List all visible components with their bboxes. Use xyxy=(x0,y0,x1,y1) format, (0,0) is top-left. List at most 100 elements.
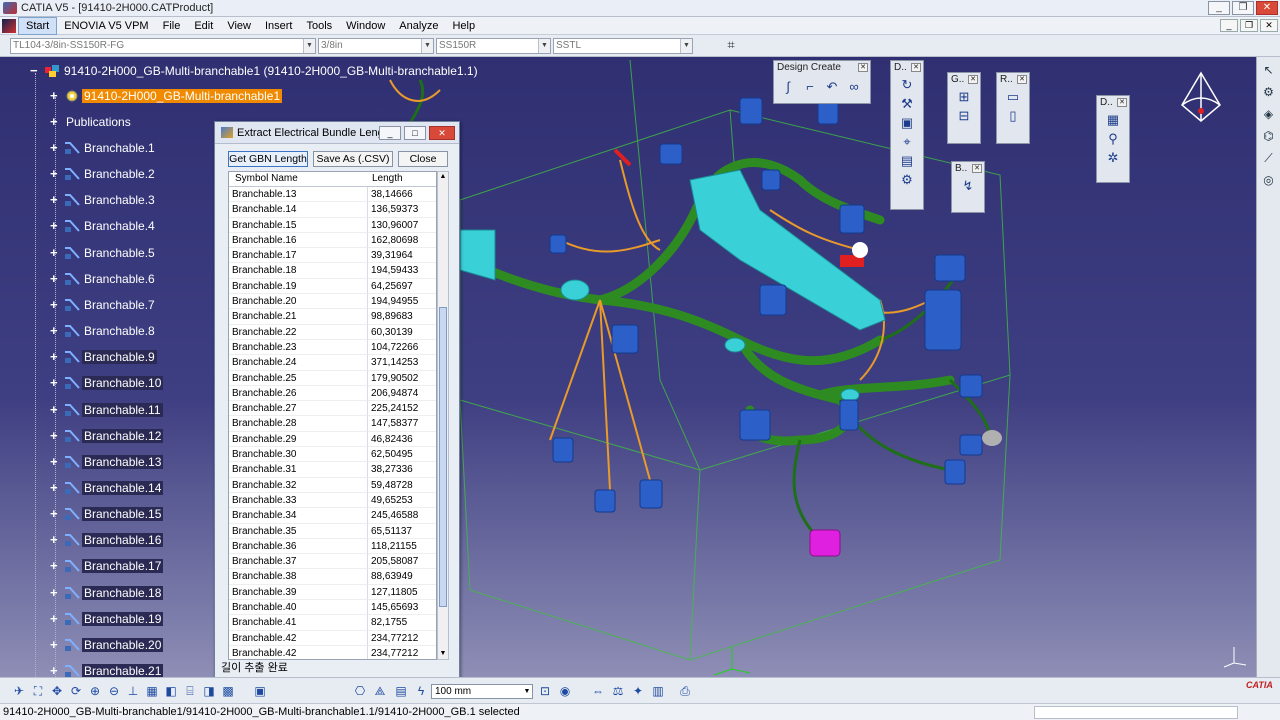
cylinder-icon[interactable]: ⌸ xyxy=(182,684,198,699)
table-row[interactable]: Branchable.15 130,96007 xyxy=(229,217,436,233)
connector-icon[interactable]: ⊞ xyxy=(954,88,974,106)
3d-viewport[interactable]: − 91410-2H000_GB-Multi-branchable1 (9141… xyxy=(0,57,1256,677)
chevron-down-icon[interactable]: ▼ xyxy=(680,39,692,53)
loop-icon[interactable]: ∞ xyxy=(844,78,864,96)
tree-item-label[interactable]: Branchable.14 xyxy=(82,480,164,495)
inertia-icon[interactable]: ⚖ xyxy=(610,684,626,699)
expand-icon[interactable]: + xyxy=(50,455,60,468)
expand-icon[interactable]: + xyxy=(50,324,60,337)
product-tool-icon[interactable]: ⊡ xyxy=(537,684,553,699)
close-button[interactable]: ✕ xyxy=(1256,1,1278,15)
tree-item-branchable[interactable]: + Branchable.4 xyxy=(50,217,157,235)
expand-icon[interactable]: + xyxy=(50,115,60,128)
chevron-down-icon[interactable]: ▼ xyxy=(538,39,550,53)
harness-model[interactable] xyxy=(0,57,1256,677)
scroll-up-icon[interactable]: ▲ xyxy=(438,172,448,182)
bundle-combo[interactable]: TL104-3/8in-SS150R-FG ▼ xyxy=(10,38,316,54)
cell-length[interactable]: 194,59433 xyxy=(368,263,436,279)
tree-item-branchable[interactable]: + Branchable.5 xyxy=(50,244,157,262)
cell-symbol-name[interactable]: Branchable.20 xyxy=(229,294,368,310)
table-row[interactable]: Branchable.25 179,90502 xyxy=(229,370,436,386)
tag-icon[interactable]: ⟁ xyxy=(372,684,388,699)
expand-icon[interactable]: + xyxy=(50,272,60,285)
tree-item-branchable[interactable]: + Branchable.9 xyxy=(50,348,157,366)
cell-length[interactable]: 49,65253 xyxy=(368,493,436,509)
measure-icon[interactable]: ⟋ xyxy=(1260,149,1278,167)
expand-icon[interactable]: + xyxy=(50,638,60,651)
expand-icon[interactable]: + xyxy=(50,403,60,416)
table-row[interactable]: Branchable.34 245,46588 xyxy=(229,508,436,524)
cell-length[interactable]: 206,94874 xyxy=(368,386,436,402)
sketch-icon[interactable]: ⌖ xyxy=(897,133,917,151)
tree-item-label[interactable]: Branchable.9 xyxy=(82,350,157,365)
sphere-icon[interactable]: ◉ xyxy=(557,684,573,699)
cell-length[interactable]: 62,50495 xyxy=(368,447,436,463)
section-icon[interactable]: ▥ xyxy=(650,684,666,699)
table-row[interactable]: Branchable.40 145,65693 xyxy=(229,600,436,616)
cell-symbol-name[interactable]: Branchable.42 xyxy=(229,630,368,646)
get-gbn-length-button[interactable]: Get GBN Length xyxy=(228,151,308,167)
table-row[interactable]: Branchable.33 49,65253 xyxy=(229,492,436,509)
lightning-icon[interactable]: ϟ xyxy=(413,684,429,699)
cell-length[interactable]: 98,89683 xyxy=(368,309,436,325)
cell-symbol-name[interactable]: Branchable.22 xyxy=(229,324,368,340)
start-logo-icon[interactable] xyxy=(2,18,16,33)
tree-item-branchable[interactable]: + Branchable.20 xyxy=(50,636,164,654)
expand-icon[interactable]: + xyxy=(50,376,60,389)
tree-item-label[interactable]: Branchable.3 xyxy=(82,193,157,207)
table-row[interactable]: Branchable.42 234,77212 xyxy=(229,645,436,659)
cell-length[interactable]: 127,11805 xyxy=(368,585,436,601)
print-icon[interactable]: ⎙ xyxy=(677,684,693,699)
tree-item-label[interactable]: Branchable.2 xyxy=(82,167,157,181)
cell-symbol-name[interactable]: Branchable.15 xyxy=(229,217,368,233)
length-table[interactable]: Symbol Name Length Branchable.13 38,14666… xyxy=(228,171,437,660)
tree-item-label[interactable]: Branchable.16 xyxy=(82,533,164,548)
restore-button[interactable]: ❐ xyxy=(1232,1,1254,15)
table-row[interactable]: Branchable.29 46,82436 xyxy=(229,431,436,448)
cell-length[interactable]: 130,96007 xyxy=(368,218,436,233)
expand-icon[interactable]: + xyxy=(50,89,60,102)
cell-length[interactable]: 205,58087 xyxy=(368,554,436,570)
tree-item-branchable[interactable]: + Branchable.3 xyxy=(50,191,157,209)
cell-symbol-name[interactable]: Branchable.40 xyxy=(229,600,368,616)
cell-length[interactable]: 59,48728 xyxy=(368,478,436,493)
zoom-in-icon[interactable]: ⊕ xyxy=(87,684,103,699)
cell-length[interactable]: 118,21155 xyxy=(368,539,436,555)
tree-item-label[interactable]: Branchable.4 xyxy=(82,219,157,233)
table-row[interactable]: Branchable.27 225,24152 xyxy=(229,401,436,417)
tree-item-branchable[interactable]: + Branchable.8 xyxy=(50,322,157,340)
cell-symbol-name[interactable]: Branchable.13 xyxy=(229,187,368,203)
tree-item-branchable[interactable]: + Branchable.19 xyxy=(50,610,164,628)
tree-publications[interactable]: + Publications xyxy=(50,113,133,131)
cell-symbol-name[interactable]: Branchable.18 xyxy=(229,263,368,279)
close-icon[interactable]: ✕ xyxy=(858,63,868,72)
cell-length[interactable]: 104,72266 xyxy=(368,340,436,356)
tree-item-label[interactable]: Branchable.21 xyxy=(82,664,164,677)
orange-part-icon[interactable]: ▤ xyxy=(393,684,409,699)
shading-icon[interactable]: ◧ xyxy=(163,684,179,699)
tree-active-product[interactable]: + 91410-2H000_GB-Multi-branchable1 xyxy=(50,87,283,105)
curve-icon[interactable]: ∫ xyxy=(778,78,798,96)
cell-symbol-name[interactable]: Branchable.24 xyxy=(229,355,368,371)
chevron-down-icon[interactable]: ▼ xyxy=(303,39,315,53)
zoom-combo[interactable]: 100 mm ▼ xyxy=(431,684,533,699)
table-icon[interactable]: ▤ xyxy=(897,152,917,170)
tree-publications-label[interactable]: Publications xyxy=(64,115,133,129)
cell-length[interactable]: 38,14666 xyxy=(368,187,436,203)
tree-item-label[interactable]: Branchable.5 xyxy=(82,246,157,260)
close-icon[interactable]: ✕ xyxy=(968,75,978,84)
cell-symbol-name[interactable]: Branchable.35 xyxy=(229,523,368,539)
col-header-length[interactable]: Length xyxy=(368,172,436,186)
measure-between-icon[interactable]: ⇔ xyxy=(590,684,606,699)
cell-length[interactable]: 147,58377 xyxy=(368,416,436,432)
dialog-maximize-button[interactable]: □ xyxy=(404,126,426,140)
cell-symbol-name[interactable]: Branchable.36 xyxy=(229,538,368,555)
close-icon[interactable]: ✕ xyxy=(972,164,982,173)
menu-analyze[interactable]: Analyze xyxy=(392,18,445,34)
cog-icon[interactable]: ✲ xyxy=(1103,149,1123,167)
table-row[interactable]: Branchable.14 136,59373 xyxy=(229,202,436,218)
tree-item-label[interactable]: Branchable.18 xyxy=(82,585,164,600)
expand-icon[interactable]: + xyxy=(50,246,60,259)
cell-length[interactable]: 371,14253 xyxy=(368,355,436,371)
bundle-icon[interactable]: ▦ xyxy=(1103,111,1123,129)
